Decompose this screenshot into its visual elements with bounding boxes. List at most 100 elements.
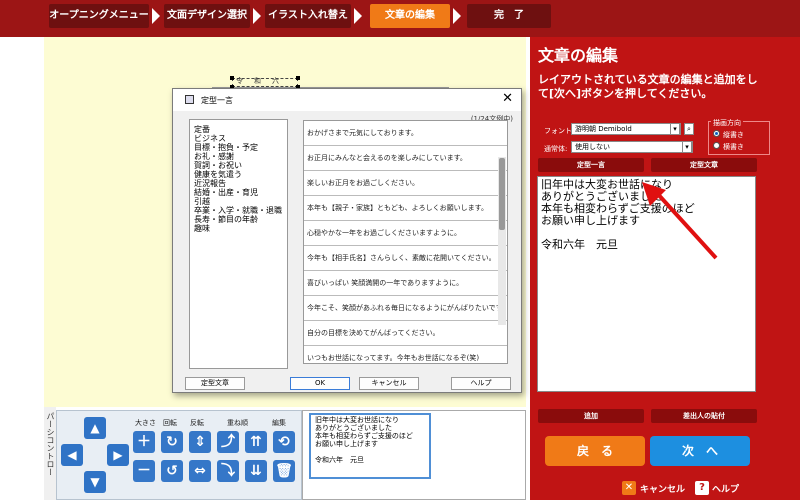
variant-label: 通常体: (544, 145, 568, 153)
preview-line: お願い申し上げます (315, 440, 378, 448)
chevron-down-icon[interactable]: ▾ (682, 141, 692, 153)
bring-forward-icon[interactable]: ⤴ (217, 431, 239, 453)
phrase-item[interactable]: 心穏やかな一年をお過ごしくださいますように。 (304, 221, 507, 246)
size-label: 大きさ (135, 419, 156, 427)
ok-button[interactable]: OK (290, 377, 350, 390)
dialog-titlebar[interactable]: 定型一言 ✕ (173, 89, 521, 111)
step-opening-menu[interactable]: オープニングメニュー (49, 4, 149, 28)
category-item[interactable]: 近況報告 (194, 179, 283, 188)
shrink-button[interactable]: － (133, 460, 155, 482)
template-phrase-dialog: 定型一言 ✕ 定番 ビジネス 目標・抱負・予定 お礼・感謝 賀詞・お祝い 健康を… (172, 88, 522, 393)
selected-text-preview: 令 和 六 (236, 77, 281, 85)
move-up-button[interactable]: ▲ (84, 417, 106, 439)
paste-sender-button[interactable]: 差出人の貼付 (651, 409, 757, 423)
phrase-item[interactable]: おかげさまで元気にしております。 (304, 121, 507, 146)
add-button[interactable]: 追加 (538, 409, 644, 423)
category-item[interactable]: 趣味 (194, 224, 283, 233)
dialog-title: 定型一言 (201, 96, 233, 105)
step-bar: オープニングメニュー 文面デザイン選択 イラスト入れ替え 文章の編集 完 了 (0, 0, 800, 37)
phrase-list: おかげさまで元気にしております。 お正月にみんなと会えるのを楽しみにしています。… (303, 120, 508, 364)
move-right-button[interactable]: ▶ (107, 444, 129, 466)
close-icon[interactable]: ✕ (622, 481, 636, 495)
category-item[interactable]: 目標・抱負・予定 (194, 143, 283, 152)
window-icon (185, 95, 194, 104)
step-illustration-replace[interactable]: イラスト入れ替え (265, 4, 351, 28)
edit-label: 編集 (272, 419, 286, 427)
phrase-item[interactable]: お正月にみんなと会えるのを楽しみにしています。 (304, 146, 507, 171)
phrase-item[interactable]: 今年も【相手氏名】さんらしく、素敵に花開いてください。 (304, 246, 507, 271)
category-item[interactable]: 結婚・出産・育児 (194, 188, 283, 197)
step-arrow-icon (152, 8, 160, 24)
step-arrow-icon (354, 8, 362, 24)
template-text-button[interactable]: 定型文章 (651, 158, 757, 172)
horizontal-radio[interactable] (713, 142, 720, 149)
direction-group: 描画方向 縦書き 横書き (708, 118, 770, 155)
cancel-link[interactable]: キャンセル (640, 482, 685, 495)
category-item[interactable]: 引越 (194, 197, 283, 206)
object-controls: 大きさ 回転 反転 重ね順 編集 ▲ ◀ ▶ ▼ ＋ － ↻ ↺ ⇕ ⇔ ⤴ ⤵… (56, 410, 302, 500)
move-down-button[interactable]: ▼ (84, 471, 106, 493)
cancel-button[interactable]: キャンセル (359, 377, 419, 390)
scrollbar[interactable] (498, 157, 506, 325)
order-label: 重ね順 (227, 419, 248, 427)
preview-line: 旧年中は大変お世話になり (315, 416, 399, 424)
preview-line: 本年も相変わらずご支援のほど (315, 432, 413, 440)
font-select[interactable]: 游明朝 Demibold (571, 123, 681, 135)
step-arrow-icon (453, 8, 461, 24)
category-item[interactable]: 定番 (194, 125, 283, 134)
phrase-item[interactable]: 今年こそ、笑顔があふれる毎日になるようにがんばりたいです！ (304, 296, 507, 321)
resize-handle[interactable] (230, 76, 234, 80)
help-link[interactable]: ヘルプ (712, 482, 739, 495)
category-item[interactable]: 卒業・入学・就職・退職 (194, 206, 283, 215)
trash-icon[interactable]: 🗑 (273, 460, 295, 482)
phrase-item[interactable]: いつもお世話になってます。今年もお世話になるぞ(笑) (304, 346, 507, 363)
next-button[interactable]: 次 へ (650, 436, 750, 466)
rotate-label: 回転 (163, 419, 177, 427)
category-item[interactable]: 長寿・節目の年齢 (194, 215, 283, 224)
preview-line (315, 448, 425, 456)
move-left-button[interactable]: ◀ (61, 444, 83, 466)
phrase-item[interactable]: 自分の目標を決めてがんばってください。 (304, 321, 507, 346)
category-item[interactable]: お礼・感謝 (194, 152, 283, 161)
phrase-item[interactable]: 喜びいっぱい 笑顔満開の一年でありますように。 (304, 271, 507, 296)
close-icon[interactable]: ✕ (502, 91, 513, 106)
undo-icon[interactable]: ⟲ (273, 431, 295, 453)
layer-control-label: パーシコントロー (46, 412, 55, 476)
resize-handle[interactable] (296, 76, 300, 80)
text-preview-box[interactable]: 旧年中は大変お世話になり ありがとうございました 本年も相変わらずご支援のほど … (309, 413, 431, 479)
vertical-label: 縦書き (723, 131, 744, 139)
pointer-arrow-icon (642, 182, 718, 260)
direction-label: 描画方向 (711, 118, 743, 128)
bring-front-icon[interactable]: ⇈ (245, 431, 267, 453)
help-button[interactable]: ヘルプ (451, 377, 511, 390)
step-complete[interactable]: 完 了 (467, 4, 551, 28)
font-search-icon[interactable]: ⌕ (684, 123, 694, 135)
scrollbar-thumb[interactable] (499, 158, 505, 230)
template-text-dialog-button[interactable]: 定型文章 (185, 377, 245, 390)
category-item[interactable]: ビジネス (194, 134, 283, 143)
back-button[interactable]: 戻 る (545, 436, 645, 466)
rotate-left-icon[interactable]: ↺ (161, 460, 183, 482)
preview-line: 令和六年 元旦 (315, 456, 364, 464)
flip-horizontal-icon[interactable]: ⇔ (189, 460, 211, 482)
step-design-select[interactable]: 文面デザイン選択 (164, 4, 250, 28)
variant-select[interactable]: 使用しない (571, 141, 693, 153)
panel-description: レイアウトされている文章の編集と追加をして[次へ]ボタンを押してください。 (538, 73, 758, 100)
flip-vertical-icon[interactable]: ⇕ (189, 431, 211, 453)
panel-title: 文章の編集 (538, 46, 619, 65)
help-icon[interactable]: ? (695, 481, 709, 495)
phrase-item[interactable]: 本年も【親子・家族】ともども、よろしくお願いします。 (304, 196, 507, 221)
send-back-icon[interactable]: ⇊ (245, 460, 267, 482)
vertical-radio[interactable] (713, 130, 720, 137)
template-phrase-button[interactable]: 定型一言 (538, 158, 644, 172)
enlarge-button[interactable]: ＋ (133, 431, 155, 453)
step-text-edit[interactable]: 文章の編集 (370, 4, 450, 28)
flip-label: 反転 (190, 419, 204, 427)
rotate-right-icon[interactable]: ↻ (161, 431, 183, 453)
chevron-down-icon[interactable]: ▾ (670, 123, 680, 135)
category-item[interactable]: 賀詞・お祝い (194, 161, 283, 170)
phrase-item[interactable]: 楽しいお正月をお過ごしください。 (304, 171, 507, 196)
category-list: 定番 ビジネス 目標・抱負・予定 お礼・感謝 賀詞・お祝い 健康を気遣う 近況報… (189, 119, 288, 369)
send-backward-icon[interactable]: ⤵ (217, 460, 239, 482)
category-item[interactable]: 健康を気遣う (194, 170, 283, 179)
